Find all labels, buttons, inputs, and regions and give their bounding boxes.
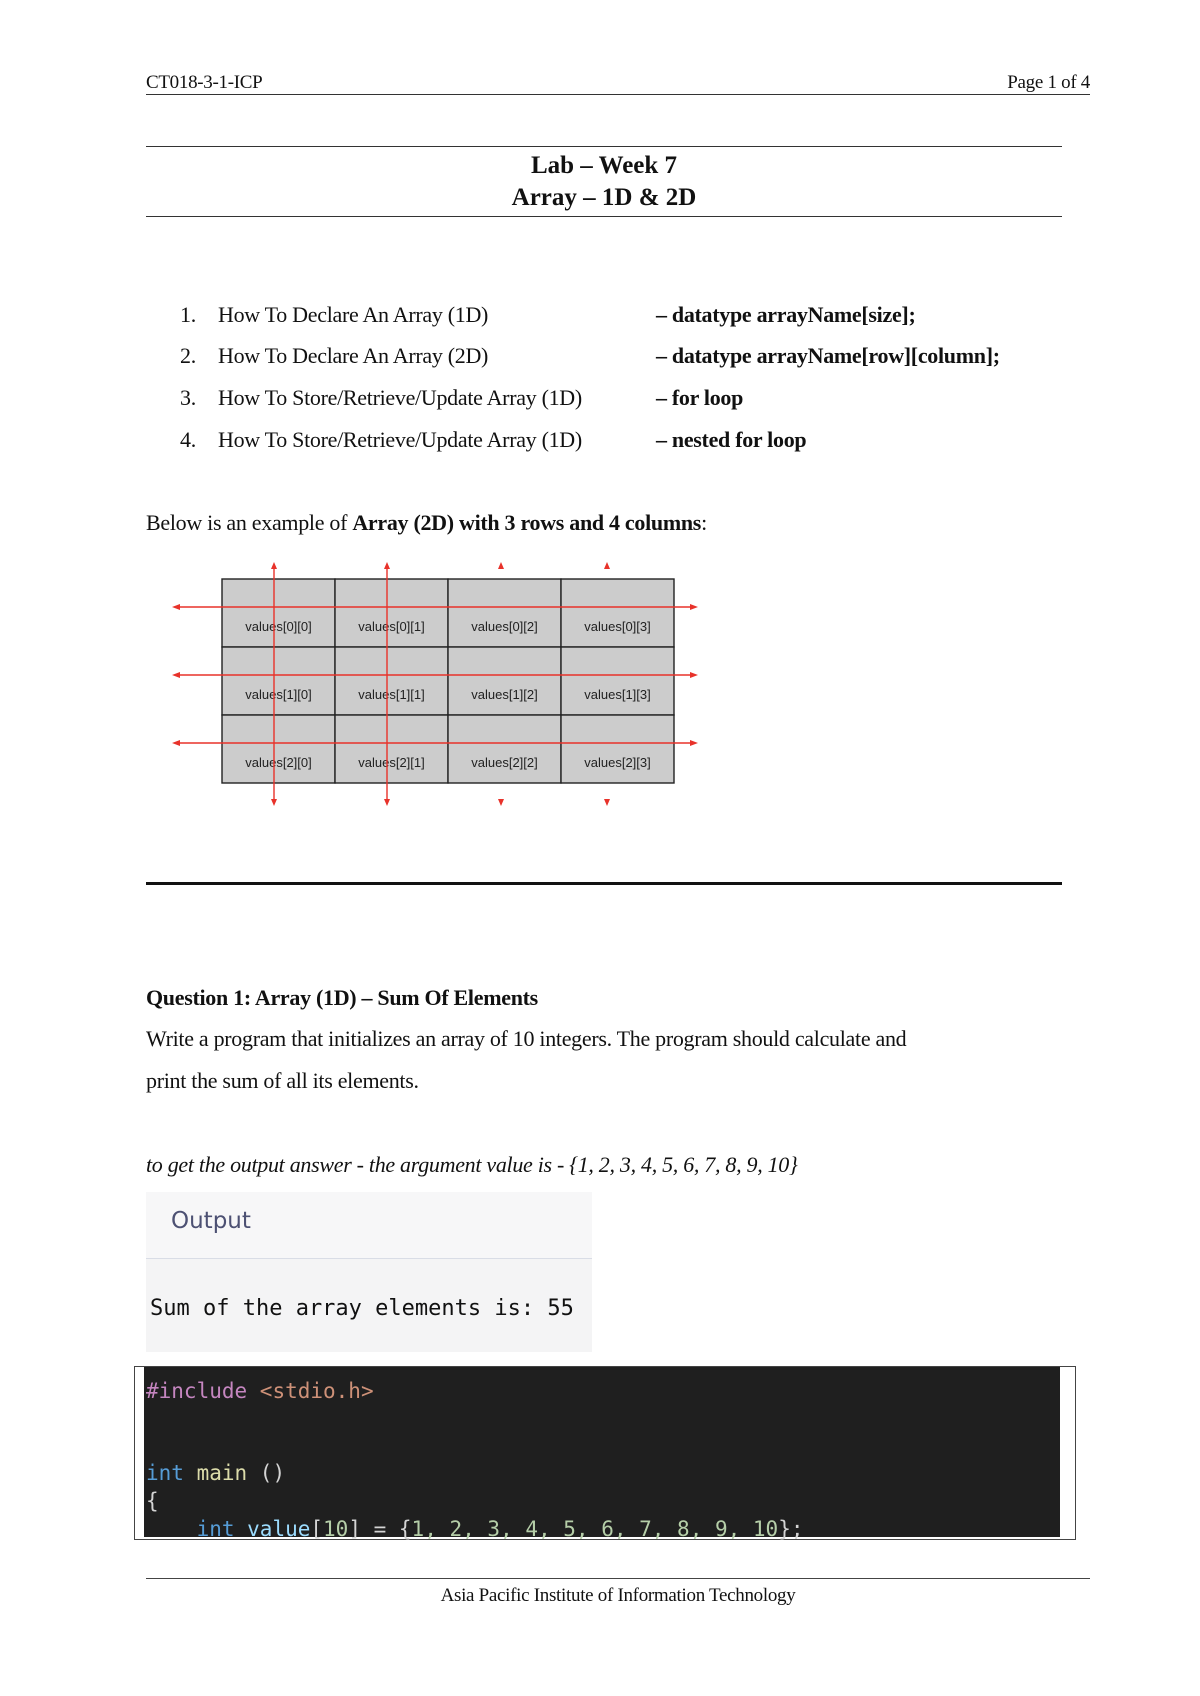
topic-item: 2. How To Declare An Array (2D): [180, 341, 488, 371]
header-divider: [146, 94, 1090, 95]
arrow-up-icon: [271, 562, 277, 569]
title-rule-bottom: [146, 216, 1062, 217]
topic-number: 2.: [180, 343, 196, 368]
code-brace: {: [146, 1489, 159, 1513]
code-punct: [: [310, 1517, 324, 1541]
arrow-down-icon: [384, 799, 390, 806]
code-punct: };: [778, 1517, 804, 1541]
array-cell-label: values[1][2]: [471, 687, 538, 702]
array-cell-label: values[1][1]: [358, 687, 425, 702]
arrow-left-icon: [172, 604, 180, 610]
array-cell: [221, 714, 336, 784]
output-text: Sum of the array elements is: 55: [150, 1296, 574, 1321]
code-line: int main (): [146, 1459, 285, 1487]
title-rule-top: [146, 146, 1062, 147]
topic-item: 4. How To Store/Retrieve/Update Array (1D…: [180, 425, 582, 455]
array-cell: [334, 646, 449, 716]
code-directive: #include: [146, 1379, 248, 1403]
diagram-intro: Below is an example of Array (2D) with 3…: [146, 510, 707, 536]
footer-divider: [146, 1578, 1090, 1579]
array-cell-label: values[0][1]: [358, 619, 425, 634]
intro-suffix: :: [701, 510, 707, 535]
intro-bold: Array (2D) with 3 rows and 4 columns: [352, 510, 702, 535]
arrow-right-icon: [690, 604, 698, 610]
topic-detail: – datatype arrayName[row][column];: [656, 343, 1000, 368]
arrow-up-icon: [498, 562, 504, 569]
array-cell-label: values[0][3]: [584, 619, 651, 634]
array-cell-label: values[2][2]: [471, 755, 538, 770]
array-cell-label: values[2][3]: [584, 755, 651, 770]
topic-detail: – nested for loop: [656, 427, 807, 452]
array-cell-label: values[0][2]: [471, 619, 538, 634]
title-line-2: Array – 1D & 2D: [511, 184, 697, 211]
code-type: int: [196, 1517, 235, 1541]
footer-institution: Asia Pacific Institute of Information Te…: [440, 1585, 796, 1606]
code-block: #include <stdio.h> int main () { int val…: [144, 1367, 1060, 1541]
topic-item: 3. How To Store/Retrieve/Update Array (1D…: [180, 383, 582, 413]
code-punct: (): [247, 1461, 286, 1485]
topic-number: 1.: [180, 302, 196, 327]
code-line: #include <stdio.h>: [146, 1377, 374, 1405]
array-cell: [334, 714, 449, 784]
title-line-1: Lab – Week 7: [530, 152, 678, 179]
code-line: int value[10] = {1, 2, 3, 4, 5, 6, 7, 8,…: [146, 1515, 804, 1543]
array-cell: [221, 578, 336, 648]
topic-label: How To Store/Retrieve/Update Array (1D): [218, 385, 582, 410]
array-cell: [334, 578, 449, 648]
array-cell: [447, 714, 562, 784]
topic-item: 1. How To Declare An Array (1D): [180, 300, 488, 330]
code-number: 10: [323, 1517, 349, 1541]
array-cell: [560, 714, 675, 784]
course-code: CT018-3-1-ICP: [146, 72, 263, 93]
output-panel: Output Sum of the array elements is: 55: [146, 1192, 592, 1352]
topic-number: 3.: [180, 385, 196, 410]
array-2d-diagram: values[0][0] values[0][1] values[0][2] valu…: [172, 562, 698, 806]
section-divider: [146, 882, 1062, 885]
arrow-right-icon: [690, 672, 698, 678]
code-type: int: [146, 1461, 184, 1485]
code-header-name: <stdio.h>: [247, 1379, 374, 1403]
array-cell-label: values[1][0]: [245, 687, 312, 702]
output-panel-header: Output: [146, 1192, 592, 1259]
topic-label: How To Declare An Array (1D): [218, 302, 489, 327]
arrow-left-icon: [172, 672, 180, 678]
code-line: {: [146, 1487, 159, 1515]
question-1-body-line-1: Write a program that initializes an arra…: [146, 1026, 907, 1051]
output-label: Output: [171, 1208, 251, 1234]
arrow-right-icon: [690, 740, 698, 746]
array-cell-label: values[2][0]: [245, 755, 312, 770]
question-1-title: Question 1: Array (1D) – Sum Of Elements: [146, 985, 538, 1010]
arrow-down-icon: [271, 799, 277, 806]
arrow-down-icon: [498, 799, 504, 806]
topic-label: How To Declare An Array (2D): [218, 343, 489, 368]
array-cell: [447, 646, 562, 716]
topic-label: How To Store/Retrieve/Update Array (1D): [218, 427, 582, 452]
array-cell: [447, 578, 562, 648]
arrow-up-icon: [604, 562, 610, 569]
array-cell: [221, 646, 336, 716]
page-indicator: Page 1 of 4: [1007, 72, 1090, 93]
arrow-up-icon: [384, 562, 390, 569]
code-variable: value: [234, 1517, 311, 1541]
topic-number: 4.: [180, 427, 196, 452]
code-punct: ] = {: [348, 1517, 412, 1541]
question-1-hint: to get the output answer - the argument …: [146, 1152, 798, 1177]
code-numbers: 1, 2, 3, 4, 5, 6, 7, 8, 9, 10: [411, 1517, 779, 1541]
topic-detail: – datatype arrayName[size];: [656, 302, 916, 327]
code-function: main: [183, 1461, 248, 1485]
question-1-body-line-2: print the sum of all its elements.: [146, 1068, 419, 1093]
arrow-down-icon: [604, 799, 610, 806]
intro-prefix: Below is an example of: [146, 510, 353, 535]
array-cell-label: values[1][3]: [584, 687, 651, 702]
array-cell-label: values[2][1]: [358, 755, 425, 770]
topic-detail: – for loop: [656, 385, 744, 410]
array-cell-label: values[0][0]: [245, 619, 312, 634]
arrow-left-icon: [172, 740, 180, 746]
array-cell: [560, 578, 675, 648]
array-cell: [560, 646, 675, 716]
